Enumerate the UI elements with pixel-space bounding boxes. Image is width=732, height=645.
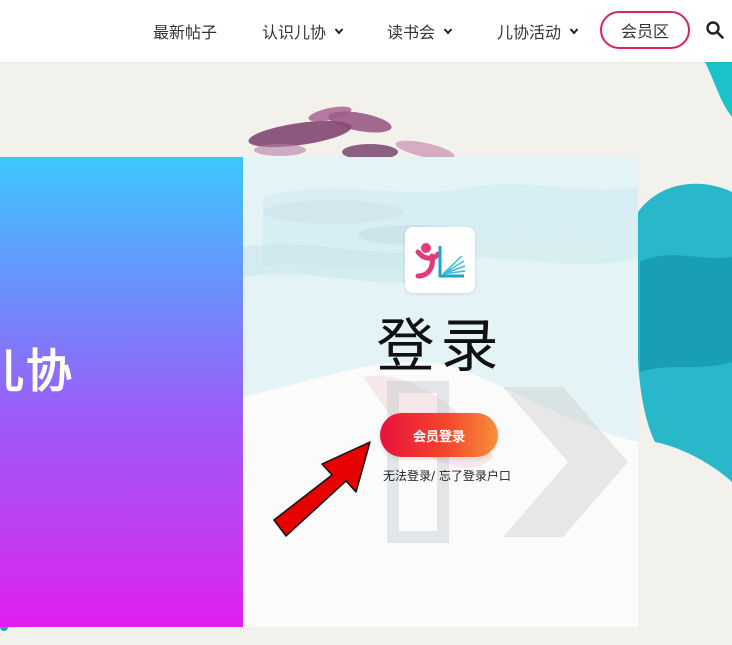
chevron-down-icon — [443, 28, 453, 35]
login-card: 登录 会员登录 无法登录/ 忘了登录户口 — [243, 157, 638, 627]
nav-item-label: 认识儿协 — [262, 23, 327, 42]
nav-item-about[interactable]: 认识儿协 — [262, 19, 344, 43]
annotation-arrow-icon — [273, 441, 371, 537]
login-title: 登录 — [376, 312, 505, 380]
hero-panel: 儿协 — [0, 157, 243, 627]
top-navigation: 最新帖子 认识儿协 读书会 儿协活动 会员区 — [0, 0, 732, 62]
organization-logo — [405, 227, 475, 293]
nav-item-book-club[interactable]: 读书会 — [387, 19, 453, 43]
chevron-down-icon — [334, 28, 344, 35]
hero-title: 儿协 — [0, 344, 74, 398]
chevron-down-icon — [569, 28, 579, 35]
forgot-login-link[interactable]: 无法登录/ 忘了登录户口 — [383, 467, 511, 484]
logo-icon — [415, 243, 466, 279]
nav-item-label: 最新帖子 — [153, 23, 218, 42]
member-login-button[interactable]: 会员登录 — [380, 413, 498, 457]
nav-item-activities[interactable]: 儿协活动 — [497, 19, 579, 43]
search-icon[interactable] — [705, 20, 725, 40]
nav-item-label: 读书会 — [387, 23, 436, 42]
nav-item-label: 儿协活动 — [497, 23, 562, 42]
member-area-button[interactable]: 会员区 — [600, 11, 690, 49]
nav-item-latest-posts[interactable]: 最新帖子 — [153, 19, 217, 43]
